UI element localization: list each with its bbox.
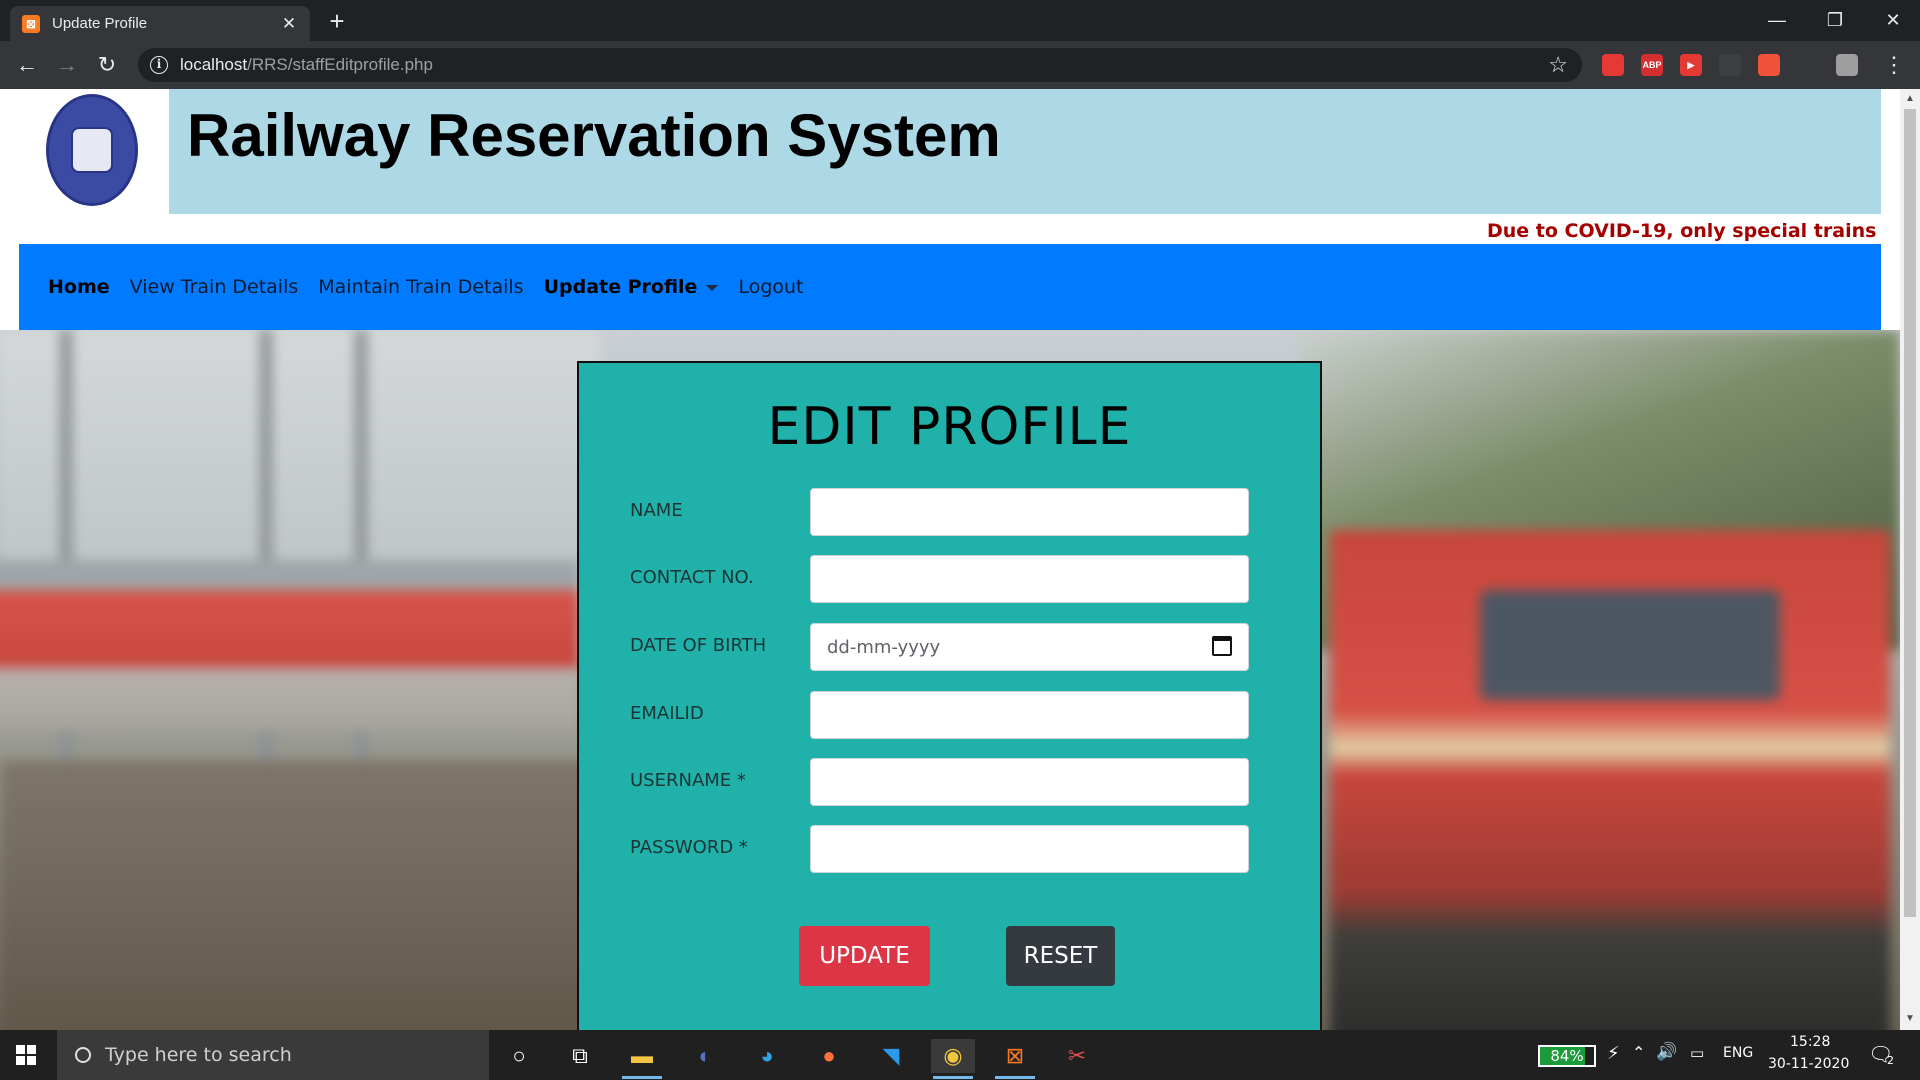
- close-tab-icon[interactable]: ✕: [280, 14, 298, 33]
- indian-railways-logo: [46, 94, 138, 206]
- name-label: NAME: [630, 500, 683, 521]
- clock-date[interactable]: 30-11-2020: [1768, 1056, 1849, 1072]
- snipping-tool-icon[interactable]: ✂: [1055, 1039, 1099, 1073]
- name-input[interactable]: [810, 488, 1249, 536]
- dark-extension-icon[interactable]: [1719, 54, 1741, 76]
- forward-icon[interactable]: →: [53, 51, 81, 79]
- site-title: Railway Reservation System: [187, 102, 1001, 169]
- battery-tray-icon[interactable]: ▭: [1690, 1044, 1704, 1062]
- windows-start-icon[interactable]: [16, 1045, 36, 1065]
- xampp-extension-icon[interactable]: [1758, 54, 1780, 76]
- dropdown-caret-icon: [706, 284, 719, 291]
- scroll-up-icon[interactable]: ▲: [1900, 91, 1920, 107]
- dob-input[interactable]: [810, 623, 1249, 671]
- clock-time[interactable]: 15:28: [1790, 1034, 1830, 1050]
- email-label: EMAILID: [630, 703, 704, 724]
- scrollbar-thumb[interactable]: [1904, 109, 1916, 917]
- url-host: localhost: [180, 55, 248, 74]
- contact-input[interactable]: [810, 555, 1249, 603]
- announcement-marquee: Due to COVID-19, only special trains are…: [0, 214, 1881, 244]
- username-row: USERNAME *: [630, 758, 1250, 806]
- contact-row: CONTACT NO.: [630, 555, 1250, 603]
- power-plug-icon: ⚡: [1607, 1043, 1620, 1064]
- nav-update-profile-label: Update Profile: [543, 276, 698, 298]
- dob-label: DATE OF BIRTH: [630, 635, 767, 656]
- url-path: /RRS/staffEditprofile.php: [247, 55, 433, 74]
- red-hand-extension-icon[interactable]: [1602, 54, 1624, 76]
- scroll-down-icon[interactable]: ▼: [1900, 1011, 1920, 1027]
- username-label: USERNAME *: [630, 770, 746, 791]
- restore-window-icon[interactable]: ❐: [1806, 0, 1864, 41]
- dob-row: DATE OF BIRTH: [630, 623, 1250, 671]
- chrome-icon[interactable]: ◉: [931, 1039, 975, 1079]
- battery-percent: 84%: [1550, 1047, 1584, 1065]
- logo-area: [0, 89, 169, 214]
- back-icon[interactable]: ←: [13, 51, 41, 79]
- xampp-icon[interactable]: ⊠: [993, 1039, 1037, 1079]
- notification-count: 2: [1887, 1054, 1894, 1067]
- volume-icon[interactable]: 🔊: [1656, 1042, 1677, 1062]
- close-window-icon[interactable]: ✕: [1864, 0, 1920, 41]
- minimize-window-icon[interactable]: —: [1748, 0, 1806, 41]
- vscode-icon[interactable]: ◥: [869, 1039, 913, 1073]
- site-info-icon[interactable]: i: [150, 56, 168, 74]
- bookmark-star-icon[interactable]: ☆: [1548, 52, 1568, 78]
- reload-icon[interactable]: ↻: [93, 51, 121, 79]
- nav-update-profile[interactable]: Update Profile: [544, 276, 719, 298]
- address-bar[interactable]: i localhost/RRS/staffEditprofile.php ☆: [138, 48, 1582, 82]
- edge-icon[interactable]: ◕: [745, 1039, 789, 1073]
- password-label: PASSWORD *: [630, 837, 748, 858]
- cortana-icon[interactable]: ○: [497, 1039, 541, 1073]
- main-navbar: Home View Train Details Maintain Train D…: [19, 244, 1881, 330]
- password-input[interactable]: [810, 825, 1249, 873]
- page-viewport: Railway Reservation System Due to COVID-…: [0, 89, 1900, 1030]
- language-indicator[interactable]: ENG: [1723, 1045, 1753, 1061]
- file-explorer-icon[interactable]: ▬: [620, 1039, 664, 1079]
- browser-tab[interactable]: ⊠ Update Profile ✕: [10, 6, 310, 41]
- name-row: NAME: [630, 488, 1250, 536]
- browser-tab-strip: ⊠ Update Profile ✕ + — ❐ ✕: [0, 0, 1920, 41]
- update-button[interactable]: UPDATE: [799, 926, 930, 986]
- eclipse-icon[interactable]: ◐: [683, 1039, 727, 1073]
- calendar-icon[interactable]: [1212, 636, 1232, 656]
- red-play-extension-icon[interactable]: ▶: [1680, 54, 1702, 76]
- email-row: EMAILID: [630, 691, 1250, 739]
- username-input[interactable]: [810, 758, 1249, 806]
- email-input[interactable]: [810, 691, 1249, 739]
- tab-title: Update Profile: [52, 15, 148, 32]
- password-row: PASSWORD *: [630, 825, 1250, 873]
- windows-taskbar: Type here to search ○ ⧉ ▬ ◐ ◕ ● ◥ ◉ ⊠ ✂ …: [0, 1030, 1920, 1080]
- battery-indicator[interactable]: 84%: [1538, 1045, 1596, 1067]
- contact-label: CONTACT NO.: [630, 567, 754, 588]
- nav-view-train-details[interactable]: View Train Details: [130, 276, 299, 298]
- search-icon: [75, 1047, 91, 1063]
- new-tab-icon[interactable]: +: [325, 8, 349, 34]
- nav-logout[interactable]: Logout: [738, 276, 803, 298]
- form-title: EDIT PROFILE: [767, 397, 1132, 457]
- marquee-text: Due to COVID-19, only special trains are…: [1487, 220, 1881, 242]
- nav-home[interactable]: Home: [48, 276, 110, 298]
- nav-maintain-train-details[interactable]: Maintain Train Details: [318, 276, 523, 298]
- profile-avatar-icon[interactable]: [1836, 54, 1858, 76]
- taskbar-search[interactable]: Type here to search: [57, 1030, 489, 1080]
- xampp-favicon-icon: ⊠: [22, 14, 40, 33]
- search-placeholder: Type here to search: [105, 1044, 292, 1066]
- browser-toolbar: ← → ↻ i localhost/RRS/staffEditprofile.p…: [0, 41, 1920, 89]
- task-view-icon[interactable]: ⧉: [558, 1039, 602, 1073]
- edit-profile-form: EDIT PROFILE NAME CONTACT NO. DATE OF BI…: [577, 361, 1322, 1030]
- puzzle-extensions-icon[interactable]: [1797, 54, 1819, 76]
- show-hidden-icons-icon[interactable]: ⌃: [1632, 1043, 1645, 1062]
- browser-menu-icon[interactable]: ⋮: [1880, 51, 1908, 79]
- firefox-icon[interactable]: ●: [807, 1039, 851, 1073]
- page-scrollbar[interactable]: ▲ ▼: [1900, 89, 1920, 1030]
- adblock-plus-icon[interactable]: ABP: [1641, 54, 1663, 76]
- reset-button[interactable]: RESET: [1006, 926, 1115, 986]
